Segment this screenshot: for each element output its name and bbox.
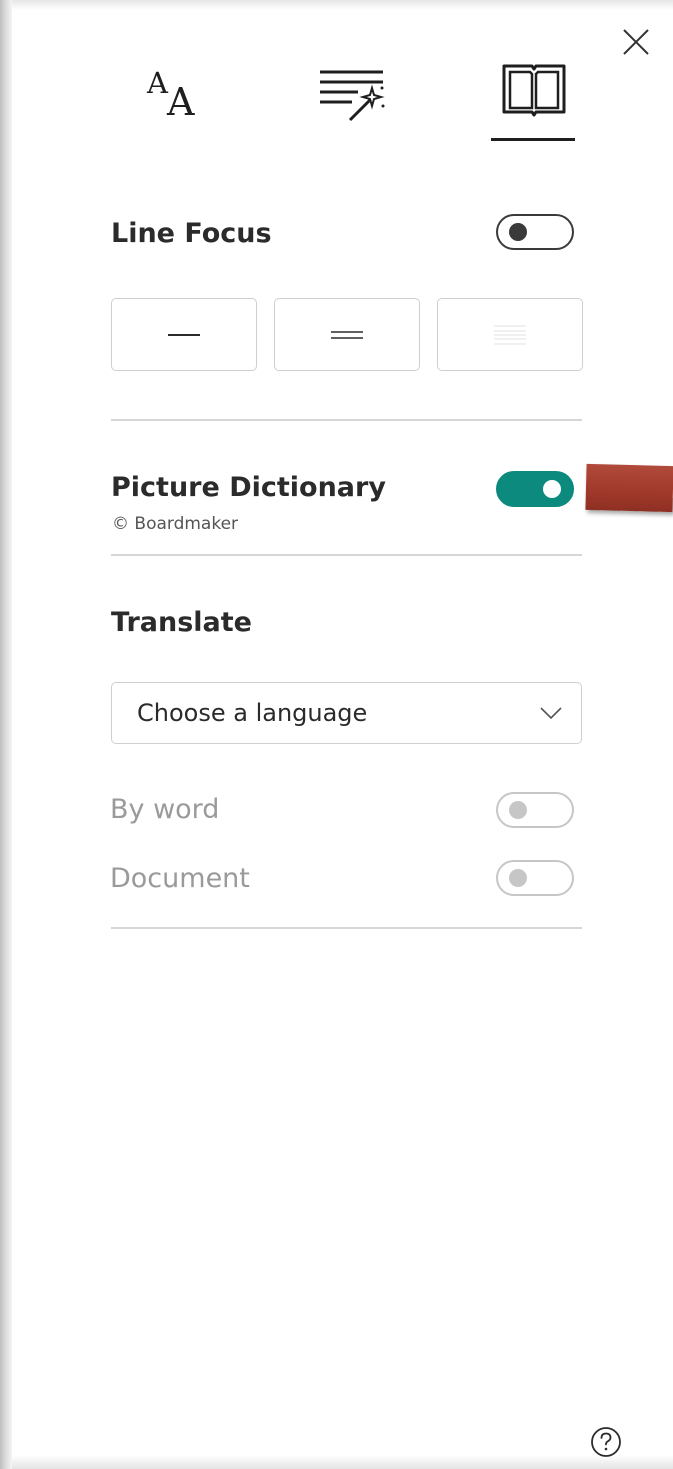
close-icon xyxy=(623,29,649,55)
picture-dictionary-toggle[interactable] xyxy=(496,471,574,507)
book-icon xyxy=(502,64,566,117)
tab-reading-preferences[interactable] xyxy=(490,60,578,144)
line-focus-three-lines-button[interactable] xyxy=(274,298,420,371)
toggle-knob xyxy=(509,801,527,819)
help-icon xyxy=(591,1427,621,1457)
picture-dictionary-title: Picture Dictionary xyxy=(111,472,386,503)
by-word-toggle[interactable] xyxy=(496,792,574,828)
grammar-options-icon xyxy=(320,70,385,122)
section-divider xyxy=(111,554,582,556)
toggle-knob xyxy=(509,223,527,241)
five-lines-icon xyxy=(494,324,526,345)
picture-dictionary-credit: © Boardmaker xyxy=(112,514,239,534)
tab-text-preferences[interactable]: A A xyxy=(135,60,213,144)
red-annotation-marker xyxy=(585,463,673,513)
section-divider xyxy=(111,419,582,421)
line-focus-toggle[interactable] xyxy=(496,214,574,250)
svg-text:A: A xyxy=(166,80,195,124)
one-line-icon xyxy=(168,333,200,336)
tab-grammar-options[interactable] xyxy=(310,60,390,144)
close-button[interactable] xyxy=(620,26,652,58)
line-focus-title: Line Focus xyxy=(111,218,272,249)
document-toggle[interactable] xyxy=(496,860,574,896)
toggle-knob xyxy=(543,480,561,498)
selected-tab-indicator xyxy=(491,138,575,141)
section-divider xyxy=(111,927,582,929)
chevron-down-icon xyxy=(540,707,562,720)
line-focus-five-lines-button[interactable] xyxy=(437,298,583,371)
by-word-label: By word xyxy=(110,794,220,825)
document-label: Document xyxy=(110,863,250,894)
translate-title: Translate xyxy=(111,607,252,638)
three-lines-icon xyxy=(331,330,363,339)
language-dropdown-value: Choose a language xyxy=(137,699,368,727)
text-size-icon: A A xyxy=(146,66,195,124)
help-button[interactable] xyxy=(589,1425,623,1459)
toggle-knob xyxy=(509,869,527,887)
language-dropdown[interactable]: Choose a language xyxy=(111,682,582,744)
line-focus-one-line-button[interactable] xyxy=(111,298,257,371)
svg-text:A: A xyxy=(146,66,169,100)
